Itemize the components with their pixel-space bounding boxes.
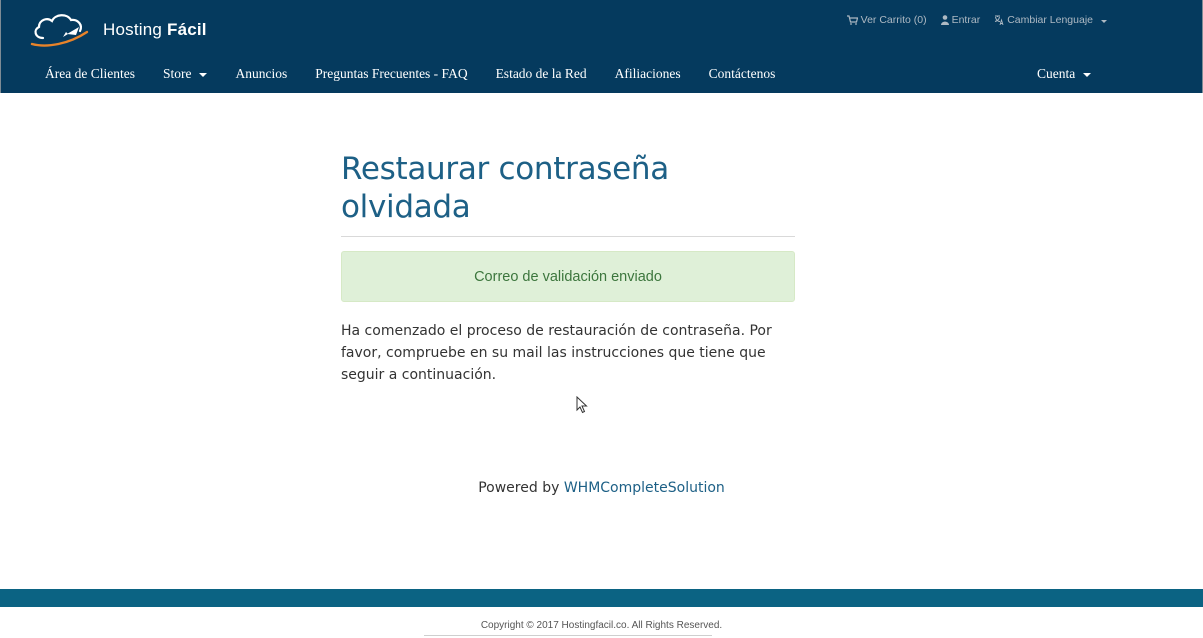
nav-item-faq[interactable]: Preguntas Frecuentes - FAQ <box>315 66 467 82</box>
powered-by: Powered by WHMCompleteSolution <box>478 480 725 496</box>
brand-logo[interactable]: Hosting Fácil <box>29 10 229 50</box>
main-nav: Área de Clientes Store Anuncios Pregunta… <box>45 66 803 82</box>
login-link[interactable]: Entrar <box>940 14 980 26</box>
page-title: Restaurar contraseña olvidada <box>341 151 669 225</box>
nav-item-network-status[interactable]: Estado de la Red <box>496 66 587 82</box>
nav-item-client-area[interactable]: Área de Clientes <box>45 66 135 82</box>
password-reset-panel: Restaurar contraseña olvidada Correo de … <box>341 150 795 386</box>
cart-icon <box>846 15 858 25</box>
reset-instructions-text: Ha comenzado el proceso de restauración … <box>341 323 772 383</box>
chevron-down-icon <box>199 73 208 77</box>
change-language-link[interactable]: Cambiar Lenguaje <box>994 14 1107 26</box>
success-alert: Correo de validación enviado <box>341 251 795 302</box>
nav-item-account[interactable]: Cuenta <box>1037 66 1092 82</box>
copyright-text: Copyright © 2017 Hostingfacil.co. All Ri… <box>480 620 723 631</box>
whmcs-link[interactable]: WHMCompleteSolution <box>564 480 725 496</box>
site-header: Hosting Fácil Ver Carrito (0) Entrar Cam… <box>0 0 1203 93</box>
footer-divider <box>424 635 712 636</box>
view-cart-link[interactable]: Ver Carrito (0) <box>846 14 927 26</box>
footer-bar <box>0 589 1203 607</box>
nav-item-store[interactable]: Store <box>163 66 208 82</box>
top-links: Ver Carrito (0) Entrar Cambiar Lenguaje <box>846 14 1107 26</box>
cloud-rocket-logo-icon <box>30 14 89 47</box>
language-icon <box>995 15 1004 25</box>
nav-item-affiliates[interactable]: Afiliaciones <box>615 66 681 82</box>
chevron-down-icon <box>1083 73 1092 77</box>
user-icon <box>940 15 949 25</box>
nav-item-announcements[interactable]: Anuncios <box>235 66 287 82</box>
chevron-down-icon <box>1101 19 1107 23</box>
nav-item-contact[interactable]: Contáctenos <box>709 66 776 82</box>
brand-name: Hosting Fácil <box>103 20 207 39</box>
mouse-pointer-icon <box>576 396 588 414</box>
divider <box>341 236 795 237</box>
